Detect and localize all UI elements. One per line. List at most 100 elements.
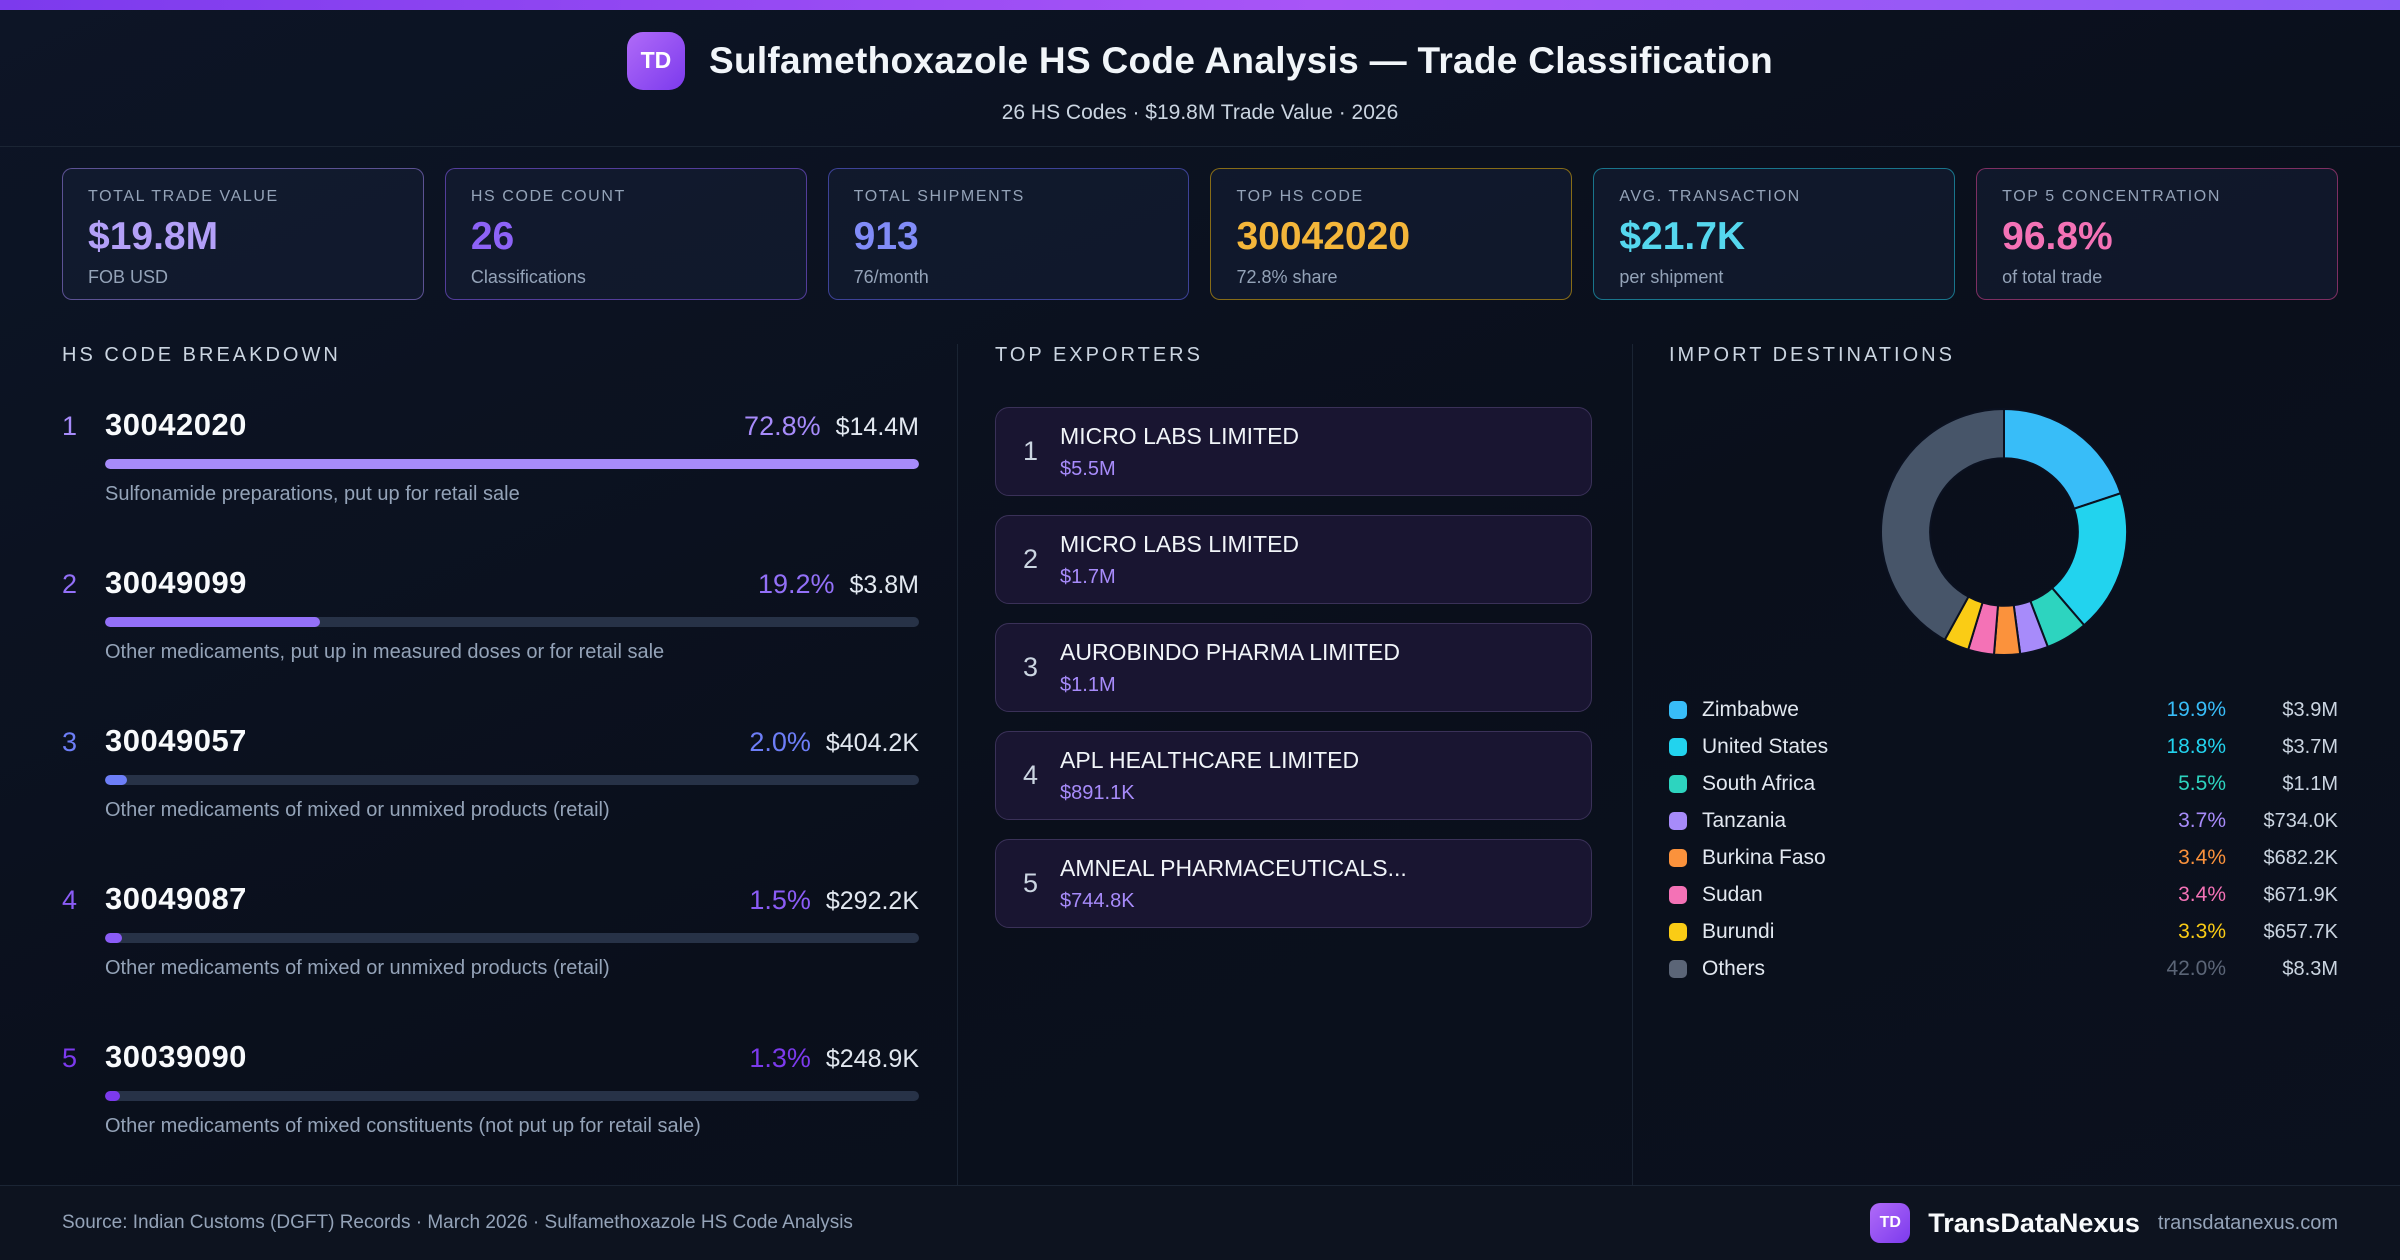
stat-label: HS CODE COUNT bbox=[470, 188, 626, 205]
brand-url[interactable]: transdatanexus.com bbox=[2158, 1212, 2338, 1235]
legend-swatch bbox=[1669, 922, 1687, 941]
hs-value: $14.4M bbox=[835, 413, 919, 441]
hs-description: Other medicaments, put up in measured do… bbox=[105, 641, 665, 663]
hs-description: Sulfonamide preparations, put up for ret… bbox=[105, 483, 520, 505]
hs-progress-track bbox=[105, 775, 919, 785]
legend-row: Tanzania 3.7% $734.0K bbox=[1669, 802, 2338, 839]
hs-breakdown-list: 1 30042020 72.8% $14.4M Sulfonamide prep… bbox=[62, 407, 919, 1138]
legend-country: Burundi bbox=[1702, 919, 1775, 943]
top-exporters-title: TOP EXPORTERS bbox=[995, 344, 1203, 366]
legend-value: $734.0K bbox=[2263, 809, 2338, 832]
hs-percent: 1.5% bbox=[749, 885, 811, 915]
main-content: HS CODE BREAKDOWN 1 30042020 72.8% $14.4… bbox=[62, 300, 2338, 1185]
hs-rank: 2 bbox=[62, 569, 78, 599]
exporter-card[interactable]: 5 AMNEAL PHARMACEUTICALS... $744.8K bbox=[995, 839, 1592, 928]
hs-progress-track bbox=[105, 1091, 919, 1101]
hs-progress-track bbox=[105, 933, 919, 943]
legend-swatch bbox=[1669, 848, 1687, 867]
legend-swatch bbox=[1669, 700, 1687, 719]
exporter-name: AUROBINDO PHARMA LIMITED bbox=[1060, 638, 1400, 665]
exporter-rank: 2 bbox=[1023, 544, 1039, 574]
stat-card: AVG. TRANSACTION $21.7K per shipment bbox=[1593, 168, 1956, 300]
stat-label: TOP HS CODE bbox=[1236, 188, 1364, 205]
destinations-legend: Zimbabwe 19.9% $3.9M United States 18.8%… bbox=[1669, 691, 2338, 987]
footer: Source: Indian Customs (DGFT) Records · … bbox=[0, 1185, 2400, 1260]
hs-row: 5 30039090 1.3% $248.9K Other medicament… bbox=[62, 1039, 919, 1138]
legend-country: United States bbox=[1702, 734, 1829, 758]
exporter-card[interactable]: 4 APL HEALTHCARE LIMITED $891.1K bbox=[995, 731, 1592, 820]
hs-description: Other medicaments of mixed constituents … bbox=[105, 1115, 701, 1137]
stat-value: 26 bbox=[470, 215, 515, 258]
exporter-value: $891.1K bbox=[1060, 781, 1135, 804]
legend-row: United States 18.8% $3.7M bbox=[1669, 728, 2338, 765]
import-destinations-title: IMPORT DESTINATIONS bbox=[1669, 344, 1955, 366]
stat-sub: 76/month bbox=[853, 267, 929, 287]
exporter-card[interactable]: 3 AUROBINDO PHARMA LIMITED $1.1M bbox=[995, 623, 1592, 712]
legend-percent: 3.7% bbox=[2178, 808, 2226, 832]
stat-value: $21.7K bbox=[1619, 215, 1746, 258]
hs-progress-fill bbox=[105, 933, 122, 943]
legend-row: Sudan 3.4% $671.9K bbox=[1669, 876, 2338, 913]
hs-progress-fill bbox=[105, 1091, 120, 1101]
exporter-rank: 4 bbox=[1023, 760, 1039, 790]
legend-value: $3.7M bbox=[2282, 735, 2338, 758]
legend-swatch bbox=[1669, 811, 1687, 830]
exporter-value: $1.1M bbox=[1060, 673, 1116, 696]
hs-percent: 19.2% bbox=[757, 569, 835, 599]
legend-row: Others 42.0% $8.3M bbox=[1669, 950, 2338, 987]
legend-value: $1.1M bbox=[2282, 772, 2338, 795]
stat-card: TOP HS CODE 30042020 72.8% share bbox=[1210, 168, 1573, 300]
hs-row: 3 30049057 2.0% $404.2K Other medicament… bbox=[62, 723, 919, 822]
hs-rank: 4 bbox=[62, 885, 78, 915]
hs-progress-track bbox=[105, 459, 919, 469]
hs-progress-track bbox=[105, 617, 919, 627]
hs-code: 30049087 bbox=[105, 881, 247, 916]
hs-rank: 1 bbox=[62, 411, 78, 441]
exporters-list: 1 MICRO LABS LIMITED $5.5M 2 MICRO LABS … bbox=[995, 407, 1592, 928]
hs-row: 1 30042020 72.8% $14.4M Sulfonamide prep… bbox=[62, 407, 919, 506]
hs-rank: 5 bbox=[62, 1043, 78, 1073]
source-note: Source: Indian Customs (DGFT) Records · … bbox=[62, 1212, 853, 1233]
hs-value: $3.8M bbox=[849, 571, 919, 599]
hs-value: $404.2K bbox=[825, 729, 919, 757]
brand-logo-badge: TD bbox=[626, 31, 685, 90]
stat-label: TOTAL SHIPMENTS bbox=[853, 188, 1025, 205]
brand-name: TransDataNexus bbox=[1928, 1207, 2140, 1238]
legend-swatch bbox=[1669, 959, 1687, 978]
legend-country: South Africa bbox=[1702, 771, 1816, 795]
exporter-name: MICRO LABS LIMITED bbox=[1060, 422, 1300, 449]
stat-card: HS CODE COUNT 26 Classifications bbox=[444, 168, 807, 300]
hs-value: $248.9K bbox=[825, 1045, 919, 1073]
stat-value: 30042020 bbox=[1236, 215, 1411, 258]
legend-value: $682.2K bbox=[2263, 846, 2338, 869]
legend-country: Zimbabwe bbox=[1702, 697, 1799, 721]
stat-value: 96.8% bbox=[2002, 215, 2113, 258]
legend-percent: 19.9% bbox=[2166, 697, 2226, 721]
stat-sub: Classifications bbox=[470, 267, 586, 287]
legend-swatch bbox=[1669, 885, 1687, 904]
exporter-card[interactable]: 1 MICRO LABS LIMITED $5.5M bbox=[995, 407, 1592, 496]
exporter-value: $1.7M bbox=[1060, 565, 1116, 588]
exporter-card[interactable]: 2 MICRO LABS LIMITED $1.7M bbox=[995, 515, 1592, 604]
stat-sub: per shipment bbox=[1619, 267, 1724, 287]
legend-country: Tanzania bbox=[1702, 808, 1787, 832]
exporter-name: APL HEALTHCARE LIMITED bbox=[1060, 746, 1360, 773]
legend-value: $657.7K bbox=[2263, 920, 2338, 943]
legend-country: Others bbox=[1702, 956, 1766, 980]
legend-percent: 5.5% bbox=[2178, 771, 2226, 795]
legend-percent: 42.0% bbox=[2166, 956, 2226, 980]
hs-progress-fill bbox=[105, 775, 128, 785]
hs-code: 30039090 bbox=[105, 1039, 247, 1074]
exporter-rank: 5 bbox=[1023, 868, 1039, 898]
footer-logo-badge: TD bbox=[1870, 1203, 1911, 1243]
hs-description: Other medicaments of mixed or unmixed pr… bbox=[105, 957, 610, 979]
header: TD Sulfamethoxazole HS Code Analysis — T… bbox=[0, 10, 2400, 147]
legend-percent: 3.3% bbox=[2178, 919, 2226, 943]
stat-card: TOP 5 CONCENTRATION 96.8% of total trade bbox=[1976, 168, 2338, 300]
legend-value: $3.9M bbox=[2282, 698, 2338, 721]
hs-row: 2 30049099 19.2% $3.8M Other medicaments… bbox=[62, 565, 919, 664]
top-exporters-panel: TOP EXPORTERS 1 MICRO LABS LIMITED $5.5M… bbox=[958, 344, 1633, 1185]
top-accent-bar bbox=[0, 0, 2400, 10]
legend-percent: 3.4% bbox=[2178, 882, 2226, 906]
exporter-rank: 1 bbox=[1023, 436, 1039, 466]
